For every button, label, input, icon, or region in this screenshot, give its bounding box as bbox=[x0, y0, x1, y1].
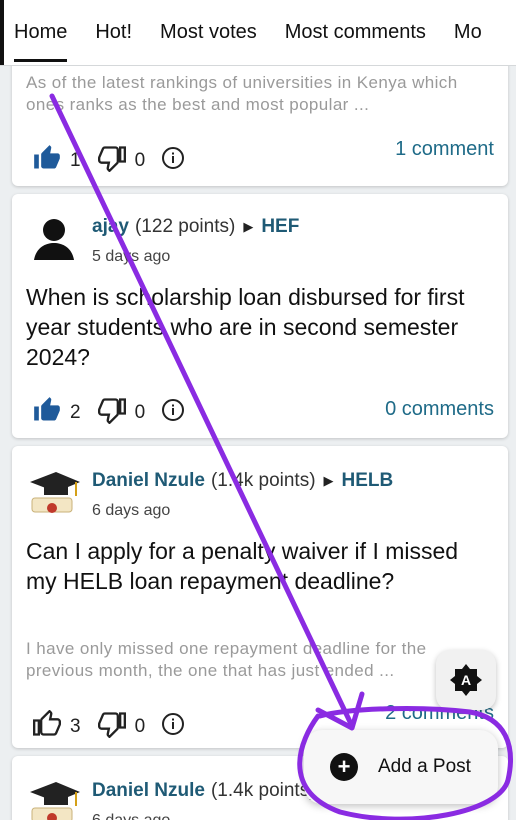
add-post-button[interactable]: + Add a Post bbox=[304, 730, 498, 804]
plus-circle-icon: + bbox=[330, 753, 358, 781]
author-link[interactable]: Daniel Nzule bbox=[92, 470, 205, 492]
author-points: (1.4k points) bbox=[210, 470, 316, 491]
post-time: 6 days ago bbox=[92, 502, 171, 519]
avatar bbox=[26, 210, 82, 266]
thumbs-down-icon[interactable] bbox=[97, 144, 127, 178]
info-icon[interactable] bbox=[161, 398, 185, 428]
author-points: (1.4k points) bbox=[210, 780, 316, 801]
post-actions: 3 0 bbox=[32, 709, 185, 744]
post-meta: ajay (122 points) ▶ HEF bbox=[92, 216, 299, 238]
thumbs-up-icon[interactable] bbox=[32, 396, 62, 430]
thumbs-down-icon[interactable] bbox=[97, 396, 127, 430]
post-title[interactable]: When is scholarship loan disbursed for f… bbox=[26, 282, 494, 372]
info-icon[interactable] bbox=[161, 146, 185, 176]
info-icon[interactable] bbox=[161, 712, 185, 742]
post-time: 5 days ago bbox=[92, 248, 171, 265]
tab-bar-edge bbox=[0, 0, 4, 65]
post-snippet: I have only missed one repayment deadlin… bbox=[26, 639, 427, 680]
brightness-auto-icon: A bbox=[450, 664, 482, 696]
post-title[interactable]: Can I apply for a penalty waiver if I mi… bbox=[26, 536, 494, 596]
upvote-count: 2 bbox=[70, 402, 81, 423]
post-card[interactable]: Daniel Nzule (1.4k points) ▶ HELB 6 days… bbox=[12, 446, 508, 748]
caret-right-icon: ▶ bbox=[243, 219, 254, 234]
tab-most-votes[interactable]: Most votes bbox=[160, 21, 257, 44]
author-link[interactable]: Daniel Nzule bbox=[92, 780, 205, 802]
avatar bbox=[26, 776, 82, 820]
upvote-count: 1 bbox=[70, 150, 81, 171]
downvote-count: 0 bbox=[134, 150, 146, 171]
post-card[interactable]: ajay (122 points) ▶ HEF 5 days ago When … bbox=[12, 194, 508, 438]
post-meta: Daniel Nzule (1.4k points) bbox=[92, 780, 316, 802]
thumbs-up-icon[interactable] bbox=[32, 144, 62, 178]
comments-link[interactable]: 0 comments bbox=[385, 398, 494, 421]
category-link[interactable]: HEF bbox=[261, 216, 299, 238]
downvote-count: 0 bbox=[134, 716, 146, 737]
tab-hot[interactable]: Hot! bbox=[95, 21, 132, 44]
author-link[interactable]: ajay bbox=[92, 216, 129, 238]
theme-toggle-button[interactable]: A bbox=[436, 650, 496, 710]
downvote-count: 0 bbox=[134, 402, 146, 423]
category-link[interactable]: HELB bbox=[342, 470, 394, 492]
thumbs-up-outline-icon[interactable] bbox=[32, 709, 62, 744]
tab-more[interactable]: Mo bbox=[454, 21, 482, 44]
tab-home[interactable]: Home bbox=[14, 21, 68, 62]
post-meta: Daniel Nzule (1.4k points) ▶ HELB bbox=[92, 470, 393, 492]
post-actions: 2 0 bbox=[32, 396, 185, 430]
comments-link[interactable]: 1 comment bbox=[395, 138, 494, 161]
author-points: (122 points) bbox=[134, 216, 236, 237]
avatar bbox=[26, 466, 82, 522]
post-actions: 1 0 bbox=[32, 144, 185, 178]
svg-text:A: A bbox=[461, 672, 471, 688]
tab-bar: Home Hot! Most votes Most comments Mo bbox=[0, 0, 516, 66]
add-post-label: Add a Post bbox=[378, 756, 471, 777]
caret-right-icon: ▶ bbox=[323, 473, 334, 488]
post-time: 6 days ago bbox=[92, 812, 170, 820]
thumbs-down-icon[interactable] bbox=[97, 710, 127, 744]
post-snippet: As of the latest rankings of universitie… bbox=[26, 73, 458, 114]
upvote-count: 3 bbox=[70, 716, 81, 737]
tab-most-comments[interactable]: Most comments bbox=[285, 21, 426, 44]
